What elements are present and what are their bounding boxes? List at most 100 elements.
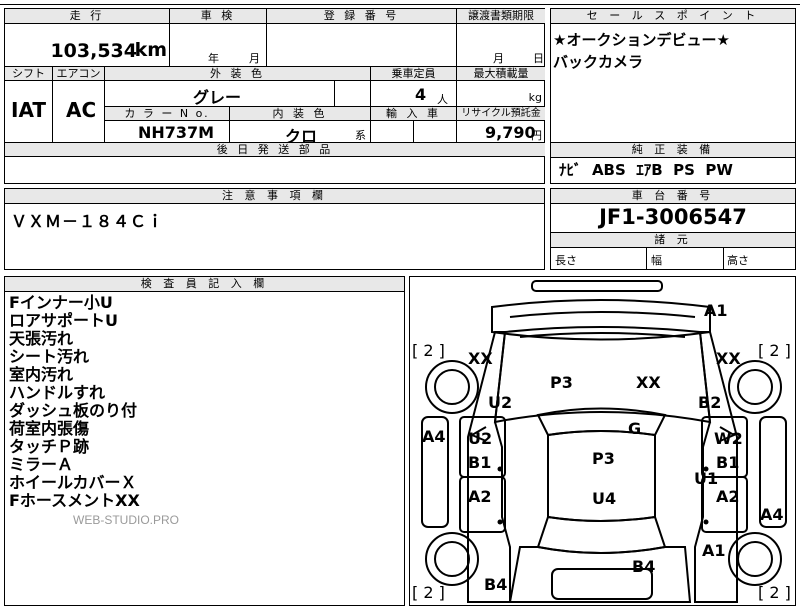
caution-title: 注 意 事 項 欄 [5, 189, 544, 204]
damage-label: [ 2 ] [412, 341, 445, 360]
later-parts-value [5, 157, 545, 183]
damage-label: A1 [702, 541, 726, 560]
damage-label: U4 [592, 489, 617, 508]
damage-label: XX [716, 349, 741, 368]
damage-label: A1 [704, 301, 728, 320]
damage-label: A4 [422, 427, 446, 446]
equipment-value: ﾅﾋﾞ ABS ｴｱB PS PW [559, 161, 733, 179]
damage-label: G [628, 419, 642, 438]
damage-label: W2 [714, 429, 743, 448]
color-no-label: カ ラ ー N o. [105, 107, 230, 121]
watermark: WEB-STUDIO.PRO [73, 513, 180, 527]
damage-label: A4 [760, 505, 784, 524]
damage-label: A2 [468, 487, 492, 506]
interior-label: 内 装 色 [230, 107, 371, 121]
inspector-box: 検 査 員 記 入 欄 Fインナー小U ロアサポートU 天張汚れ シート汚れ 室… [4, 276, 405, 606]
exterior-extra-cell [335, 81, 371, 107]
aircon-label: エアコン [53, 67, 105, 81]
equipment-box: 純 正 装 備 ﾅﾋﾞ ABS ｴｱB PS PW [550, 142, 796, 184]
damage-label: B1 [468, 453, 492, 472]
max-load-label: 最大積載量 [457, 67, 545, 81]
height-label: 高さ [727, 254, 749, 267]
mileage-cell: 103,534 km [5, 24, 170, 67]
aircon-value: AC [66, 98, 97, 122]
dims-divider-1 [646, 247, 647, 269]
length-label: 長さ [555, 254, 577, 267]
capacity-cell: 4 人 [371, 81, 457, 107]
color-no-value: NH737M [138, 123, 215, 142]
note-item: シート汚れ [9, 347, 90, 366]
inspector-title: 検 査 員 記 入 欄 [5, 277, 404, 292]
note-item: Fインナー小U [9, 293, 113, 312]
damage-label: B4 [484, 575, 508, 594]
inspection-year: 年 [208, 52, 219, 65]
note-item: 室内汚れ [9, 365, 74, 384]
max-load-cell: kg [457, 81, 545, 107]
import-cell [371, 121, 414, 143]
note-item: ダッシュ板のり付 [9, 401, 138, 420]
note-item: ホイールカバーＸ [9, 473, 137, 492]
shift-value: IAT [11, 98, 47, 122]
damage-label: [ 2 ] [412, 583, 445, 602]
color-no-cell: NH737M [105, 121, 230, 143]
shift-label: シフト [5, 67, 53, 81]
later-parts-label: 後 日 発 送 部 品 [5, 143, 545, 157]
mileage-value: 103,534 [50, 40, 137, 62]
dims-divider-2 [723, 247, 724, 269]
shift-cell: IAT [5, 81, 53, 143]
damage-label: U1 [694, 469, 719, 488]
damage-label: U2 [488, 393, 513, 412]
inspection-cell: 年 月 [170, 24, 267, 67]
damage-label: P3 [592, 449, 615, 468]
inspection-month: 月 [249, 52, 260, 65]
registration-label: 登 録 番 号 [267, 9, 457, 24]
aircon-cell: AC [53, 81, 105, 143]
inspection-label: 車 検 [170, 9, 267, 24]
sales-point-line-1: ★オークションデビュー★ [553, 31, 730, 49]
damage-label: B1 [716, 453, 740, 472]
note-item: タッチＰ跡 [9, 437, 90, 456]
mileage-unit: km [134, 39, 167, 61]
capacity-unit: 人 [437, 93, 448, 106]
vehicle-info-grid: 走 行 車 検 登 録 番 号 譲渡書類期限 103,534 km 年 月 月 … [4, 8, 545, 184]
damage-label: [ 2 ] [758, 341, 791, 360]
chassis-box: 車 台 番 号 JF1-3006547 諸 元 長さ 幅 高さ [550, 188, 796, 270]
transfer-deadline-label: 譲渡書類期限 [457, 9, 545, 24]
import-label: 輸 入 車 [371, 107, 457, 121]
damage-label: B4 [632, 557, 656, 576]
import-cell-2 [414, 121, 457, 143]
note-item: 荷室内張傷 [9, 419, 90, 438]
damage-label: P3 [550, 373, 573, 392]
sales-point-title: セ ー ル ス ポ イ ン ト [551, 9, 795, 24]
note-item: ハンドルすれ [9, 383, 106, 402]
transfer-month: 月 [493, 52, 504, 65]
note-item: 天張汚れ [9, 329, 74, 348]
exterior-cell: グレー [105, 81, 335, 107]
recycle-cell: 9,790 円 [457, 121, 545, 143]
top-strip [0, 0, 800, 5]
transfer-cell: 月 日 [457, 24, 545, 67]
capacity-value: 4 [415, 85, 427, 104]
chassis-title: 車 台 番 号 [551, 189, 795, 204]
interior-suffix: 系 [355, 129, 366, 142]
registration-cell [267, 24, 457, 67]
note-item: ロアサポートU [9, 311, 118, 330]
exterior-label: 外 装 色 [105, 67, 371, 81]
damage-label: [ 2 ] [758, 583, 791, 602]
recycle-value: 9,790 [485, 123, 536, 142]
damage-label: XX [636, 373, 661, 392]
car-diagram-box: A1 [ 2 ] [ 2 ] XX XX P3 XX U2 B2 A4 U2 G… [409, 276, 796, 606]
caution-box: 注 意 事 項 欄 ＶＸＭ－１８４Ｃｉ [4, 188, 545, 270]
width-label: 幅 [651, 254, 662, 267]
damage-label: XX [468, 349, 493, 368]
interior-cell: クロ 系 [230, 121, 371, 146]
note-item: FホースメントXX [9, 491, 140, 510]
exterior-value: グレー [193, 88, 242, 107]
dims-title: 諸 元 [551, 232, 795, 248]
equipment-title: 純 正 装 備 [551, 143, 795, 158]
chassis-value: JF1-3006547 [599, 205, 747, 229]
caution-value: ＶＸＭ－１８４Ｃｉ [11, 212, 165, 231]
damage-label: A2 [716, 487, 740, 506]
note-item: ミラーＡ [9, 455, 74, 474]
recycle-label: リサイクル預託金 [457, 107, 545, 121]
